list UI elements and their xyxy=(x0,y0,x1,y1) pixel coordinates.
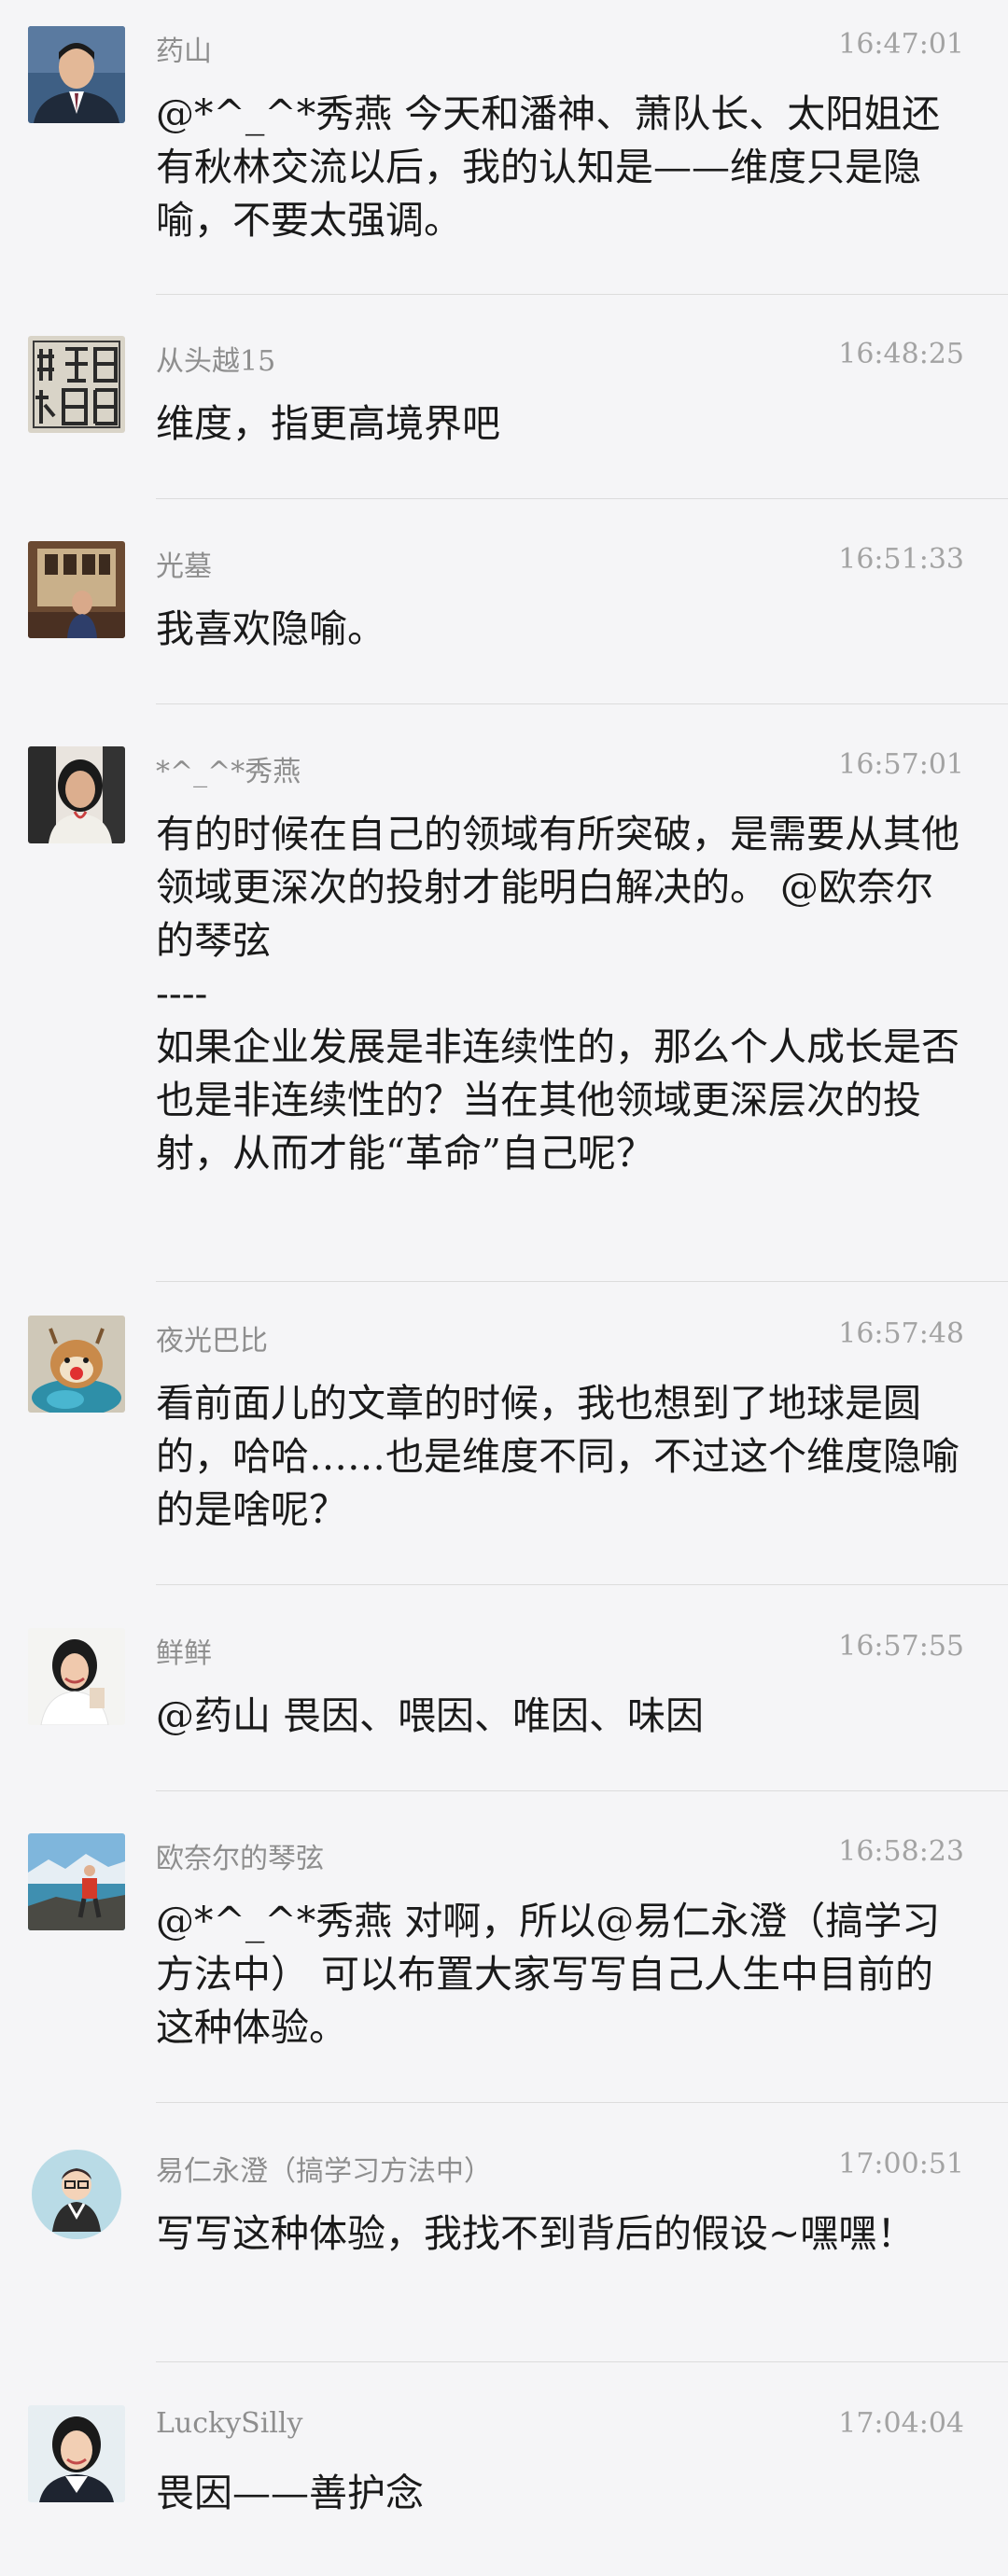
sender-name[interactable]: 易仁永澄（搞学习方法中） xyxy=(156,2148,492,2189)
message-text: 看前面儿的文章的时候，我也想到了地球是圆的，哈哈……也是维度不同，不过这个维度隐… xyxy=(156,1381,959,1532)
avatar[interactable] xyxy=(28,746,125,843)
divider xyxy=(156,1584,1008,1585)
sender-name[interactable]: *^_^*秀燕 xyxy=(156,748,301,789)
divider xyxy=(156,498,1008,499)
message-text: 我喜欢隐喻。 xyxy=(156,606,385,651)
message-text: 维度，指更高境界吧 xyxy=(156,401,500,446)
message-text: @*^_^*秀燕 今天和潘神、萧队长、太阳姐还有秋林交流以后，我的认知是——维度… xyxy=(156,91,941,243)
sender-name[interactable]: 光墓 xyxy=(156,543,212,584)
sender-name[interactable]: 药山 xyxy=(156,28,212,69)
sender-name[interactable]: 鲜鲜 xyxy=(156,1630,212,1671)
avatar[interactable] xyxy=(28,1316,125,1413)
avatar[interactable] xyxy=(28,26,125,123)
avatar[interactable] xyxy=(28,336,125,433)
divider xyxy=(156,294,1008,295)
timestamp: 17:04:04 xyxy=(838,2407,964,2440)
sender-name[interactable]: LuckySilly xyxy=(156,2407,302,2440)
sender-name[interactable]: 欧奈尔的琴弦 xyxy=(156,1835,324,1876)
sender-name[interactable]: 从头越15 xyxy=(156,338,275,379)
divider xyxy=(156,2102,1008,2103)
avatar[interactable] xyxy=(28,2405,125,2502)
timestamp: 16:58:23 xyxy=(838,1835,964,1868)
avatar[interactable] xyxy=(28,2146,125,2243)
timestamp: 16:57:55 xyxy=(838,1630,964,1663)
avatar[interactable] xyxy=(28,1628,125,1725)
sender-name[interactable]: 夜光巴比 xyxy=(156,1317,268,1358)
divider xyxy=(156,2361,1008,2362)
divider xyxy=(156,703,1008,704)
chat-message-list[interactable]: 药山 16:47:01 @*^_^*秀燕 今天和潘神、萧队长、太阳姐还有秋林交流… xyxy=(0,0,1008,2576)
message-text: @*^_^*秀燕 对啊，所以@易仁永澄（搞学习方法中） 可以布置大家写写自己人生… xyxy=(156,1899,941,2050)
timestamp: 16:48:25 xyxy=(838,338,964,370)
message-text: 有的时候在自己的领域有所突破，是需要从其他领域更深次的投射才能明白解决的。 @欧… xyxy=(156,812,959,1176)
avatar[interactable] xyxy=(28,541,125,638)
timestamp: 16:51:33 xyxy=(838,543,964,576)
timestamp: 16:57:01 xyxy=(838,748,964,781)
divider xyxy=(156,1281,1008,1282)
message-text: 写写这种体验，我找不到背后的假设~嘿嘿！ xyxy=(156,2211,916,2256)
message-text: @药山 畏因、喂因、唯因、味因 xyxy=(156,1693,705,1738)
avatar[interactable] xyxy=(28,1833,125,1930)
timestamp: 17:00:51 xyxy=(838,2148,964,2180)
timestamp: 16:47:01 xyxy=(838,28,964,61)
timestamp: 16:57:48 xyxy=(838,1317,964,1350)
message-text: 畏因——善护念 xyxy=(156,2471,424,2515)
divider xyxy=(156,1790,1008,1791)
